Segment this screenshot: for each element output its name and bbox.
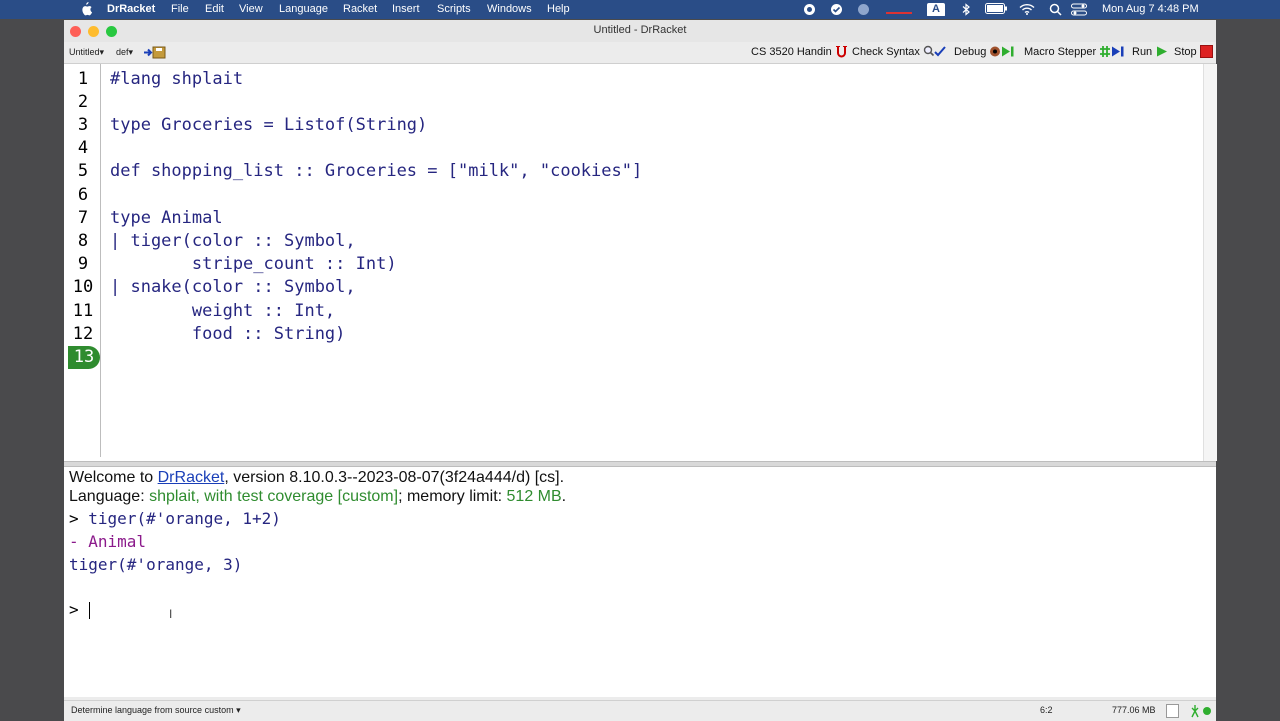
code-line: def shopping_list :: Groceries = ["milk"…	[110, 161, 643, 181]
macro-stepper-label: Macro Stepper	[1024, 45, 1097, 58]
repl-current-prompt[interactable]: >	[69, 600, 79, 620]
cursor-position: 6:2	[1040, 705, 1053, 715]
apple-icon[interactable]	[80, 1, 92, 16]
line-number: 11	[72, 301, 94, 321]
code-line: type Animal	[110, 208, 223, 228]
flag-icon[interactable]	[886, 3, 912, 16]
line-number: 5	[77, 161, 89, 181]
menu-file[interactable]: File	[171, 3, 189, 15]
welcome-suffix: , version 8.10.0.3--2023-08-07(3f24a444/…	[224, 469, 565, 486]
stop-label: Stop	[1174, 45, 1197, 58]
current-line-number: 13	[68, 346, 100, 369]
title-bar: Untitled - DrRacket	[64, 20, 1216, 43]
repl-input: tiger(#'orange, 1+2)	[88, 509, 281, 528]
memory-usage[interactable]: 777.06 MB	[1112, 705, 1156, 715]
line-number: 4	[77, 138, 89, 158]
globe-icon[interactable]	[857, 3, 870, 16]
run-button[interactable]: Run	[1132, 45, 1169, 58]
language-line: Language: shplait, with test coverage [c…	[69, 487, 566, 507]
wifi-icon[interactable]	[1019, 3, 1035, 16]
repl-input-line: > tiger(#'orange, 1+2)	[69, 509, 281, 529]
utah-u-icon	[835, 46, 847, 58]
repl-type-output: - Animal	[69, 532, 147, 551]
definitions-editor[interactable]: 1 2 3 4 5 6 7 8 9 10 11 12 13 #lang shpl…	[64, 64, 1203, 461]
menu-app-name[interactable]: DrRacket	[107, 3, 155, 15]
stop-square-icon	[1199, 45, 1213, 58]
menu-racket[interactable]: Racket	[343, 3, 377, 15]
code-line: | tiger(color :: Symbol,	[110, 231, 356, 251]
window-title: Untitled - DrRacket	[593, 24, 687, 36]
language-prefix: Language:	[69, 488, 150, 505]
macro-stepper-icon	[1100, 46, 1124, 57]
line-number: 2	[77, 92, 89, 112]
menu-edit[interactable]: Edit	[205, 3, 224, 15]
check-syntax-label: Check Syntax	[852, 45, 920, 58]
language-end: .	[561, 488, 567, 505]
line-number: 12	[72, 324, 94, 344]
stop-button[interactable]: Stop	[1174, 45, 1213, 58]
menu-view[interactable]: View	[239, 3, 263, 15]
drracket-window: Untitled - DrRacket Untitled▾ def▾ CS 35…	[64, 20, 1217, 721]
line-number: 10	[72, 277, 94, 297]
line-number: 6	[77, 185, 89, 205]
debug-button[interactable]: Debug	[954, 45, 1015, 58]
code-line: #lang shplait	[110, 69, 244, 89]
arrow-save-icon[interactable]	[143, 46, 167, 59]
menu-scripts[interactable]: Scripts	[437, 3, 471, 15]
run-label: Run	[1132, 45, 1153, 58]
code-line: stripe_count :: Int)	[110, 254, 397, 274]
menu-insert[interactable]: Insert	[392, 3, 420, 15]
memory-limit: 512 MB	[506, 488, 562, 505]
language-selector[interactable]: Determine language from source custom ▾	[71, 705, 241, 716]
debug-icon	[990, 46, 1014, 57]
handin-label: CS 3520 Handin	[751, 45, 832, 58]
macro-stepper-button[interactable]: Macro Stepper	[1024, 45, 1125, 58]
drracket-link[interactable]: DrRacket	[158, 469, 225, 486]
menu-help[interactable]: Help	[547, 3, 570, 15]
debug-label: Debug	[954, 45, 987, 58]
language-mid: ; memory limit:	[398, 488, 507, 505]
search-icon[interactable]	[1049, 3, 1062, 16]
welcome-line: Welcome to DrRacket, version 8.10.0.3--2…	[69, 468, 564, 488]
bluetooth-icon[interactable]	[961, 3, 971, 16]
gc-box-icon	[1166, 704, 1179, 718]
line-number: 1	[77, 69, 89, 89]
line-number: 9	[77, 254, 89, 274]
magnifier-check-icon	[923, 45, 946, 57]
menu-language[interactable]: Language	[279, 3, 328, 15]
battery-icon[interactable]	[985, 3, 1007, 16]
code-line: food :: String)	[110, 324, 346, 344]
record-icon[interactable]	[803, 3, 816, 16]
definitions-menu-dropdown[interactable]: def▾	[116, 47, 133, 58]
repl-prompt: >	[69, 509, 79, 528]
line-number: 7	[77, 208, 89, 228]
menu-bar: DrRacket File Edit View Language Racket …	[0, 0, 1280, 19]
gutter-divider	[100, 64, 101, 457]
line-number: 8	[77, 231, 89, 251]
welcome-prefix: Welcome to	[69, 469, 158, 486]
code-line: type Groceries = Listof(String)	[110, 115, 428, 135]
check-syntax-button[interactable]: Check Syntax	[852, 45, 947, 58]
run-arrow-icon	[1157, 46, 1168, 57]
control-center-icon[interactable]	[1071, 3, 1087, 16]
handin-button[interactable]: CS 3520 Handin	[751, 45, 848, 58]
ibeam-cursor-icon: I	[169, 607, 173, 621]
text-caret	[89, 602, 90, 619]
interactions-pane[interactable]: Welcome to DrRacket, version 8.10.0.3--2…	[64, 467, 1216, 697]
input-source-label: A	[932, 3, 940, 15]
check-circle-icon[interactable]	[830, 3, 843, 16]
status-bar: Determine language from source custom ▾ …	[64, 700, 1216, 721]
repl-result: tiger(#'orange, 3)	[69, 555, 243, 574]
file-menu-dropdown[interactable]: Untitled▾	[69, 47, 104, 58]
editor-scrollbar[interactable]	[1203, 64, 1217, 461]
code-line: weight :: Int,	[110, 301, 336, 321]
toolbar: Untitled▾ def▾ CS 3520 Handin Check Synt…	[64, 42, 1216, 64]
menu-clock[interactable]: Mon Aug 7 4:48 PM	[1102, 3, 1199, 15]
language-name: shplait, with test coverage [custom]	[149, 488, 399, 505]
line-number: 3	[77, 115, 89, 135]
gc-running-icon	[1191, 705, 1211, 718]
code-line: | snake(color :: Symbol,	[110, 277, 356, 297]
menu-windows[interactable]: Windows	[487, 3, 532, 15]
